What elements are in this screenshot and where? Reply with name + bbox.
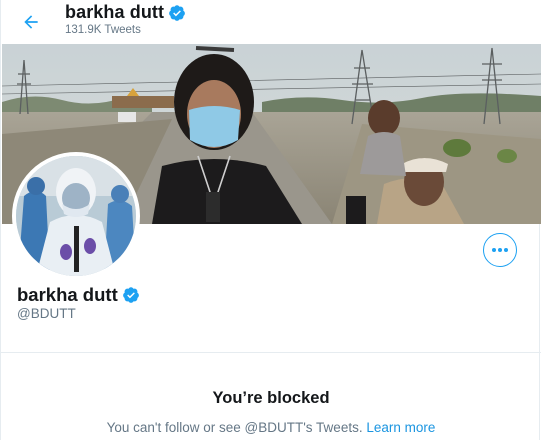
blocked-message: You can't follow or see @BDUTT's Tweets. [106, 420, 363, 435]
verified-badge-icon [122, 287, 139, 303]
header-title-row: barkha dutt [65, 2, 186, 23]
blocked-message-row: You can't follow or see @BDUTT's Tweets.… [1, 420, 541, 435]
profile-display-name: barkha dutt [17, 284, 118, 305]
back-button[interactable] [15, 6, 47, 38]
section-divider [1, 352, 541, 353]
profile-name-row: barkha dutt [17, 284, 140, 306]
arrow-left-icon [24, 15, 38, 29]
more-horizontal-icon [492, 248, 508, 252]
blocked-title: You’re blocked [212, 389, 330, 407]
header-title: barkha dutt [65, 2, 165, 22]
learn-more-link[interactable]: Learn more [366, 420, 435, 435]
tweet-count: 131.9K Tweets [65, 24, 141, 36]
more-options-button[interactable] [483, 233, 517, 267]
verified-badge-icon [169, 4, 185, 21]
profile-column: barkha dutt 131.9K Tweets barkha dutt @B… [0, 0, 541, 440]
profile-header: barkha dutt 131.9K Tweets [1, 0, 541, 44]
profile-handle: @BDUTT [17, 306, 76, 321]
profile-avatar[interactable] [12, 152, 140, 280]
